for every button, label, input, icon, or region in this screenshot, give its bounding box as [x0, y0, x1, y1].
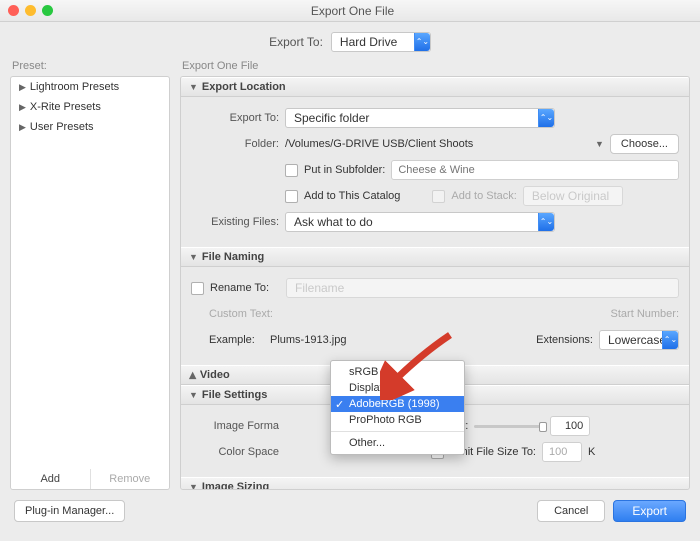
titlebar: Export One File: [0, 0, 700, 22]
export-to-select[interactable]: Hard Drive: [331, 32, 431, 52]
add-catalog-label: Add to This Catalog: [304, 190, 400, 202]
color-space-label: Color Space: [191, 446, 279, 458]
triangle-down-icon: ▼: [189, 252, 198, 262]
annotation-arrow-icon: [380, 330, 460, 403]
folder-label: Folder:: [191, 138, 279, 150]
preset-item[interactable]: ▶Lightroom Presets: [11, 77, 169, 97]
cancel-button[interactable]: Cancel: [537, 500, 605, 522]
triangle-down-icon: ▼: [189, 390, 198, 400]
chevron-updown-icon: [662, 331, 678, 349]
stack-position-select: Below Original: [523, 186, 623, 206]
custom-text-label: Custom Text:: [209, 308, 279, 320]
color-space-other-option[interactable]: Other...: [331, 435, 464, 451]
preset-label: Preset:: [10, 60, 170, 76]
existing-files-label: Existing Files:: [191, 216, 279, 228]
quality-input[interactable]: [550, 416, 590, 436]
chevron-updown-icon: [414, 33, 430, 51]
chevron-updown-icon: [538, 109, 554, 127]
extensions-label: Extensions:: [536, 334, 593, 346]
section-file-naming[interactable]: ▼File Naming: [181, 247, 689, 267]
triangle-right-icon: ▶: [19, 82, 26, 93]
existing-files-select[interactable]: Ask what to do: [285, 212, 555, 232]
limit-unit: K: [588, 446, 595, 458]
choose-folder-button[interactable]: Choose...: [610, 134, 679, 154]
add-stack-label: Add to Stack:: [451, 190, 516, 202]
add-preset-button[interactable]: Add: [11, 469, 91, 489]
extensions-select[interactable]: Lowercase: [599, 330, 679, 350]
folder-path: /Volumes/G-DRIVE USB/Client Shoots: [285, 138, 589, 150]
export-button[interactable]: Export: [613, 500, 686, 522]
preset-item[interactable]: ▶X-Rite Presets: [11, 97, 169, 117]
triangle-down-icon: ▼: [189, 82, 198, 92]
triangle-down-icon[interactable]: ▼: [595, 139, 604, 149]
example-label: Example:: [209, 334, 264, 346]
footer: Plug-in Manager... Cancel Export: [0, 490, 700, 532]
preset-item[interactable]: ▶User Presets: [11, 117, 169, 137]
color-space-option[interactable]: ProPhoto RGB: [331, 412, 464, 428]
image-format-label: Image Forma: [191, 420, 279, 432]
plugin-manager-button[interactable]: Plug-in Manager...: [14, 500, 125, 522]
remove-preset-button: Remove: [91, 469, 170, 489]
subfolder-label: Put in Subfolder:: [304, 164, 385, 176]
rename-checkbox[interactable]: [191, 282, 204, 295]
export-to-value: Hard Drive: [340, 35, 397, 49]
subfolder-input[interactable]: [391, 160, 679, 180]
limit-size-input: [542, 442, 582, 462]
right-title: Export One File: [180, 60, 690, 76]
window-title: Export One File: [13, 4, 692, 18]
start-number-label: Start Number:: [611, 308, 679, 320]
export-to-label: Export To:: [269, 35, 323, 49]
chevron-updown-icon: [538, 213, 554, 231]
export-to-row: Export To: Hard Drive: [0, 22, 700, 60]
rename-select: Filename: [286, 278, 679, 298]
add-stack-checkbox: [432, 190, 445, 203]
slider-thumb[interactable]: [539, 422, 547, 432]
triangle-down-icon: ▼: [189, 482, 198, 490]
quality-slider[interactable]: [474, 425, 544, 428]
example-value: Plums-1913.jpg: [270, 334, 346, 346]
preset-list[interactable]: ▶Lightroom Presets ▶X-Rite Presets ▶User…: [10, 76, 170, 472]
section-export-location[interactable]: ▼Export Location: [181, 77, 689, 97]
triangle-right-icon: ▶: [19, 122, 26, 133]
subfolder-checkbox[interactable]: [285, 164, 298, 177]
triangle-right-icon: ▶: [187, 372, 198, 379]
menu-divider: [331, 431, 464, 432]
rename-label: Rename To:: [210, 282, 280, 294]
section-image-sizing[interactable]: ▼Image Sizing: [181, 477, 689, 490]
export-to-folder-label: Export To:: [191, 112, 279, 124]
add-catalog-checkbox[interactable]: [285, 190, 298, 203]
export-to-folder-select[interactable]: Specific folder: [285, 108, 555, 128]
triangle-right-icon: ▶: [19, 102, 26, 113]
